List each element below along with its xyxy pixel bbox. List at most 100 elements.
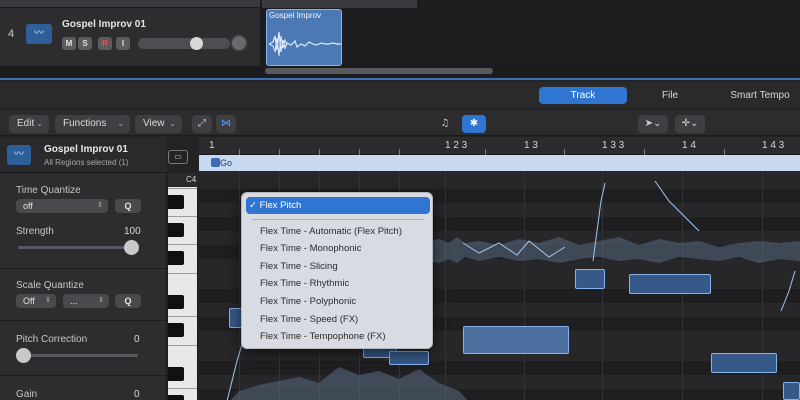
menu-item-flex-time-rhythmic[interactable]: Flex Time - Rhythmic: [246, 275, 430, 292]
audio-region[interactable]: Gospel Improv: [266, 9, 342, 66]
functions-menu[interactable]: Functions ⌄: [55, 115, 130, 133]
pitch-note[interactable]: [711, 353, 777, 373]
crosshair-tool-icon[interactable]: ✛⌄: [675, 115, 705, 133]
white-key[interactable]: [168, 273, 197, 274]
black-key[interactable]: [168, 195, 184, 209]
show-inspector-button[interactable]: ▭: [168, 150, 188, 164]
scale-quantize-scale: ...: [70, 296, 78, 306]
updown-arrows-icon: ⇕: [98, 297, 104, 304]
white-key[interactable]: [168, 388, 197, 389]
region-label: Gospel Improv: [269, 11, 322, 20]
updown-arrows-icon: ⇕: [45, 297, 51, 304]
black-key[interactable]: [168, 367, 184, 381]
menu-item-flex-time-polyphonic[interactable]: Flex Time - Polyphonic: [246, 293, 430, 310]
black-key[interactable]: [168, 223, 184, 237]
view-menu[interactable]: View ⌄: [135, 115, 182, 133]
strength-label: Strength: [16, 226, 54, 237]
waveform-icon: 〰: [7, 145, 31, 165]
time-quantize-label: Time Quantize: [16, 185, 81, 196]
updown-arrows-icon: ⇕: [97, 202, 103, 209]
snap-icon[interactable]: ✱: [462, 115, 486, 133]
menu-item-flex-time-tempophone[interactable]: Flex Time - Tempophone (FX): [246, 328, 430, 345]
waveform-icon: 〰: [26, 24, 52, 44]
audio-editor: Track File Smart Tempo Edit ⌄ Functions …: [0, 78, 800, 400]
record-enable-button[interactable]: R: [98, 37, 112, 50]
menu-item-flex-time-monophonic[interactable]: Flex Time - Monophonic: [246, 240, 430, 257]
menu-item-flex-time-speed[interactable]: Flex Time - Speed (FX): [246, 311, 430, 328]
pitch-note[interactable]: [575, 269, 605, 289]
time-quantize-select[interactable]: off ⇕: [16, 199, 108, 213]
previous-region-strip: [262, 0, 417, 8]
pitch-note[interactable]: [629, 274, 711, 294]
menu-item-flex-time-slicing[interactable]: Flex Time - Slicing: [246, 258, 430, 275]
tab-file[interactable]: File: [648, 87, 692, 104]
gain-value: 0: [134, 389, 140, 400]
tab-smart-tempo[interactable]: Smart Tempo: [722, 87, 798, 104]
pitch-note[interactable]: [389, 351, 429, 365]
pitch-note[interactable]: [463, 326, 569, 354]
time-quantize-q-button[interactable]: Q: [115, 199, 141, 213]
region-inspector: 〰 Gospel Improv 01 All Regions selected …: [0, 137, 167, 400]
white-key[interactable]: [168, 188, 197, 189]
volume-slider-thumb[interactable]: [190, 37, 203, 50]
ruler-label: 1 3: [524, 140, 538, 151]
menu-item-flex-time-automatic[interactable]: Flex Time - Automatic (Flex Pitch): [246, 223, 430, 240]
volume-slider[interactable]: [138, 38, 230, 49]
chevron-down-icon: ⌄: [36, 119, 43, 128]
track-number: 4: [8, 28, 15, 40]
pitch-correction-slider[interactable]: [18, 354, 138, 357]
tab-track[interactable]: Track: [539, 87, 627, 104]
pitch-correction-value: 0: [134, 334, 140, 345]
catch-icon[interactable]: ⤢: [192, 115, 212, 133]
edit-menu[interactable]: Edit ⌄: [9, 115, 49, 133]
chevron-down-icon: ⌄: [169, 119, 176, 128]
scale-quantize-label: Scale Quantize: [16, 280, 84, 291]
ruler-label: 1 2 3: [445, 140, 468, 151]
scale-quantize-key-select[interactable]: Off ⇕: [16, 294, 56, 308]
pitch-correction-label: Pitch Correction: [16, 334, 88, 345]
flex-mode-menu: ✓ Flex Pitch Flex Time - Automatic (Flex…: [241, 192, 433, 349]
strength-slider-thumb[interactable]: [124, 240, 139, 255]
functions-menu-label: Functions: [63, 118, 107, 129]
solo-button[interactable]: S: [78, 37, 92, 50]
scale-quantize-q-button[interactable]: Q: [115, 294, 141, 308]
chevron-down-icon: ⌄: [117, 119, 124, 128]
region-name-bar[interactable]: [199, 155, 800, 171]
white-key[interactable]: [168, 345, 197, 346]
white-key[interactable]: [168, 244, 197, 245]
section-divider: [0, 320, 167, 321]
logic-window: 4 〰 Gospel Improv 01 M S R I Gospel Impr…: [0, 0, 800, 400]
pitch-correction-slider-thumb[interactable]: [16, 348, 31, 363]
view-menu-label: View: [143, 118, 165, 129]
track-name[interactable]: Gospel Improv 01: [62, 19, 146, 30]
menu-separator: [252, 219, 424, 220]
black-key[interactable]: [168, 295, 184, 309]
pan-knob[interactable]: [230, 34, 248, 52]
black-key[interactable]: [168, 395, 184, 400]
mute-button[interactable]: M: [62, 37, 76, 50]
previous-track-strip: [0, 0, 260, 8]
menu-item-flex-pitch[interactable]: ✓ Flex Pitch: [246, 197, 430, 214]
black-key[interactable]: [168, 251, 184, 265]
horizontal-scrollbar[interactable]: [265, 68, 493, 74]
scale-quantize-value: Off: [23, 296, 35, 306]
flex-icon[interactable]: ⋈: [216, 115, 236, 133]
white-key[interactable]: [168, 216, 197, 217]
headphones-icon[interactable]: ♫: [435, 115, 455, 133]
ruler-label: 1 4: [682, 140, 696, 151]
strength-slider[interactable]: [18, 246, 138, 249]
strength-value: 100: [124, 226, 141, 237]
timeline-ruler[interactable]: 1 1 2 3 1 3 1 3 3 1 4 1 4 3: [199, 137, 800, 155]
inspector-region-name: Gospel Improv 01: [44, 144, 128, 155]
piano-keyboard[interactable]: [168, 173, 198, 400]
ruler-label: 1 4 3: [762, 140, 785, 151]
section-divider: [0, 268, 167, 269]
tracks-timeline[interactable]: [262, 0, 800, 66]
white-key[interactable]: [168, 316, 197, 317]
pitch-note[interactable]: [783, 382, 800, 400]
editor-toolbar: Edit ⌄ Functions ⌄ View ⌄ ⤢ ⋈ ♫ ✱ ➤⌄ ✛⌄: [0, 110, 800, 136]
scale-quantize-scale-select[interactable]: ... ⇕: [63, 294, 109, 308]
black-key[interactable]: [168, 323, 184, 337]
input-monitor-button[interactable]: I: [116, 37, 130, 50]
pointer-tool-icon[interactable]: ➤⌄: [638, 115, 668, 133]
